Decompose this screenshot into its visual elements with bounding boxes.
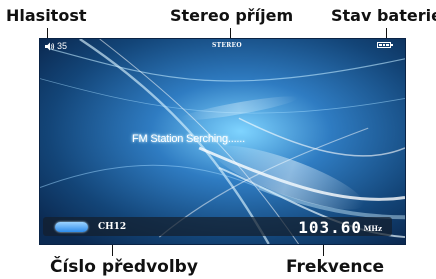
battery-cell: [386, 44, 390, 46]
frequency-unit: MHz: [363, 224, 382, 233]
volume-leader-line: [47, 28, 48, 38]
preset-leader-line: [112, 244, 113, 256]
stereo-indicator: STEREO: [212, 42, 242, 49]
preset-indicator: [55, 222, 88, 232]
speaker-icon: [45, 42, 55, 50]
preset-callout: Číslo předvolby: [50, 257, 198, 277]
tuner-info-bar: CH12 103.60 MHz: [43, 217, 392, 237]
volume-callout: Hlasitost: [6, 6, 87, 25]
status-bar: 35 STEREO: [40, 39, 405, 53]
preset-channel: CH12: [98, 222, 127, 232]
battery-icon: [377, 42, 393, 48]
stereo-leader-line: [230, 28, 231, 38]
battery-cell: [379, 44, 382, 46]
fm-radio-screen: 35 STEREO FM Station Serching...... CH12…: [39, 38, 406, 245]
frequency-value: 103.60: [298, 218, 362, 237]
volume-value: 35: [57, 41, 68, 51]
station-search-message: FM Station Serching......: [132, 133, 245, 145]
stereo-callout: Stereo příjem: [170, 6, 294, 25]
frequency-leader-line: [323, 244, 324, 256]
battery-callout: Stav baterie: [331, 6, 436, 25]
battery-leader-line: [386, 28, 387, 38]
frequency-callout: Frekvence: [286, 257, 385, 277]
volume-indicator: 35: [45, 41, 67, 51]
battery-cell: [382, 44, 386, 46]
